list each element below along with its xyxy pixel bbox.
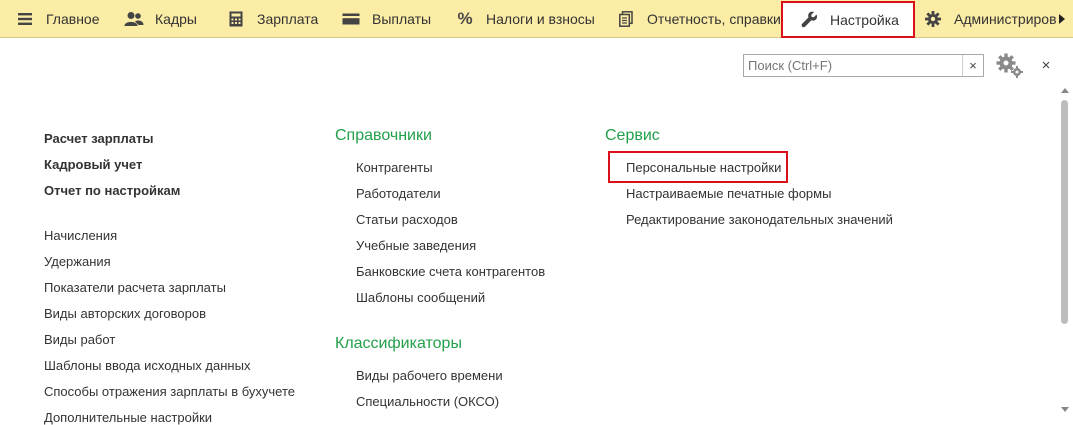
vertical-scrollbar[interactable] (1059, 88, 1070, 412)
link-educational-institutions[interactable]: Учебные заведения (356, 238, 476, 253)
documents-icon (616, 9, 636, 29)
tab-label: Выплаты (372, 11, 432, 27)
link-salary-indicators[interactable]: Показатели расчета зарплаты (44, 280, 226, 295)
menu-icon (15, 9, 35, 29)
tab-taxes[interactable]: % Налоги и взносы (455, 0, 595, 38)
link-counterparty-bank-accounts[interactable]: Банковские счета контрагентов (356, 264, 545, 279)
link-specialties-okso[interactable]: Специальности (ОКСО) (356, 394, 499, 409)
percent-icon: % (457, 9, 473, 28)
tab-label: Главное (46, 11, 100, 27)
link-settings-report[interactable]: Отчет по настройкам (44, 183, 180, 198)
gear-icon (923, 9, 943, 29)
tab-label: Настройка (830, 11, 899, 28)
link-personal-settings[interactable]: Персональные настройки (626, 160, 781, 175)
tab-label: Зарплата (257, 11, 319, 27)
close-button[interactable]: × (1038, 56, 1054, 74)
people-icon (124, 9, 144, 29)
tab-label: Налоги и взносы (486, 11, 595, 27)
scrollbar-thumb[interactable] (1061, 100, 1068, 324)
calculator-icon (226, 9, 246, 29)
link-personnel-accounting[interactable]: Кадровый учет (44, 157, 142, 172)
link-deductions[interactable]: Удержания (44, 254, 111, 269)
search-field[interactable]: × (743, 54, 984, 77)
tab-settings[interactable]: Настройка (781, 1, 915, 38)
wallet-icon (341, 9, 361, 29)
section-panel: Главное Кадры Зарплата Выплаты % Налоги … (0, 0, 1073, 38)
link-salary-calculation[interactable]: Расчет зарплаты (44, 131, 153, 146)
tab-label: Отчетность, справки (647, 11, 781, 27)
section-title-service: Сервис (605, 127, 660, 144)
tab-label: Администриров (954, 11, 1057, 27)
link-author-contract-types[interactable]: Виды авторских договоров (44, 306, 206, 321)
gears-icon (996, 53, 1023, 78)
link-message-templates[interactable]: Шаблоны сообщений (356, 290, 485, 305)
clear-icon: × (969, 58, 977, 73)
tab-label: Кадры (155, 11, 197, 27)
link-custom-print-forms[interactable]: Настраиваемые печатные формы (626, 186, 831, 201)
link-employers[interactable]: Работодатели (356, 186, 441, 201)
link-work-types[interactable]: Виды работ (44, 332, 115, 347)
scroll-down-arrow-icon[interactable] (1061, 407, 1069, 412)
search-input[interactable] (744, 55, 962, 76)
link-additional-settings[interactable]: Дополнительные настройки (44, 410, 212, 425)
link-accruals[interactable]: Начисления (44, 228, 117, 243)
close-icon: × (1041, 56, 1051, 74)
section-title-classifiers: Классификаторы (335, 335, 462, 352)
tab-main[interactable]: Главное (15, 0, 100, 38)
link-expense-items[interactable]: Статьи расходов (356, 212, 458, 227)
tab-reports[interactable]: Отчетность, справки (616, 0, 781, 38)
tab-salary[interactable]: Зарплата (226, 0, 318, 38)
link-legislative-values[interactable]: Редактирование законодательных значений (626, 212, 893, 227)
link-salary-accounting-methods[interactable]: Способы отражения зарплаты в бухучете (44, 384, 295, 399)
tab-payments[interactable]: Выплаты (341, 0, 431, 38)
scroll-up-arrow-icon[interactable] (1061, 88, 1069, 93)
link-working-time-types[interactable]: Виды рабочего времени (356, 368, 503, 383)
tab-personnel[interactable]: Кадры (124, 0, 197, 38)
clear-search-button[interactable]: × (962, 55, 983, 76)
link-counterparties[interactable]: Контрагенты (356, 160, 433, 175)
section-title-directories: Справочники (335, 127, 432, 144)
settings-gear-button[interactable] (996, 53, 1024, 79)
link-input-templates[interactable]: Шаблоны ввода исходных данных (44, 358, 250, 373)
wrench-icon (799, 10, 819, 30)
tab-administration[interactable]: Администриров (923, 0, 1057, 38)
scroll-right-arrow-icon[interactable] (1051, 0, 1073, 38)
